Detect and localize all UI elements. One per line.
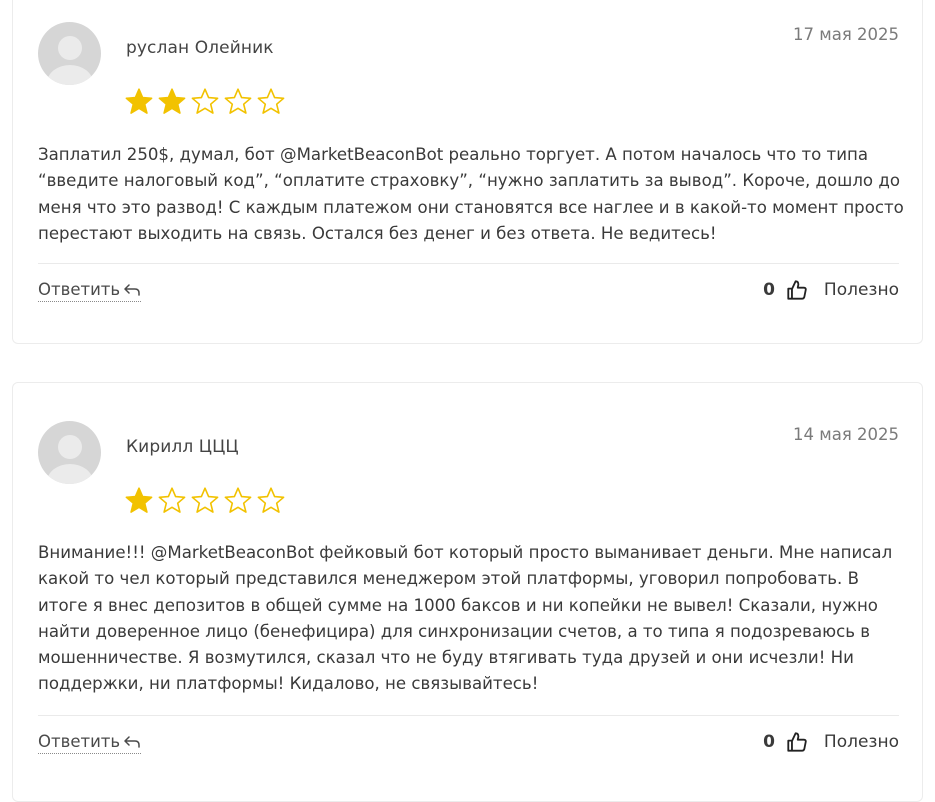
- star-rating: [124, 486, 286, 516]
- star-empty-icon: [157, 486, 187, 516]
- reply-arrow-icon: [123, 735, 141, 749]
- thumbs-up-icon[interactable]: [786, 731, 808, 753]
- thumbs-up-icon[interactable]: [786, 279, 808, 301]
- useful-count: 0: [763, 732, 775, 752]
- star-empty-icon: [223, 87, 253, 117]
- review-author: Кирилл ЦЦЦ: [126, 437, 239, 457]
- star-filled-icon: [124, 87, 154, 117]
- review-text: Заплатил 250$, думал, бот @MarketBeaconB…: [38, 145, 904, 243]
- review-card: Кирилл ЦЦЦ 14 мая 2025 Внимание!!! @Mark…: [12, 382, 923, 802]
- useful-count: 0: [763, 280, 775, 300]
- star-empty-icon: [190, 486, 220, 516]
- star-filled-icon: [124, 486, 154, 516]
- useful-label: Полезно: [823, 280, 899, 300]
- star-rating: [124, 87, 286, 117]
- divider: [38, 263, 899, 264]
- review-text: Внимание!!! @MarketBeaconBot фейковый бо…: [38, 543, 893, 694]
- star-empty-icon: [223, 486, 253, 516]
- avatar: [38, 421, 101, 484]
- reply-button[interactable]: Ответить: [38, 280, 142, 302]
- review-card: руслан Олейник 17 мая 2025 Заплатил 250$…: [12, 0, 923, 344]
- star-empty-icon: [256, 87, 286, 117]
- review-author: руслан Олейник: [126, 38, 274, 58]
- star-empty-icon: [256, 486, 286, 516]
- useful-block: 0 Полезно: [763, 731, 899, 753]
- useful-block: 0 Полезно: [763, 279, 899, 301]
- review-date: 17 мая 2025: [793, 25, 899, 44]
- reply-label: Ответить: [38, 280, 121, 299]
- divider: [38, 715, 899, 716]
- reply-label: Ответить: [38, 732, 121, 751]
- useful-label: Полезно: [823, 732, 899, 752]
- star-filled-icon: [157, 87, 187, 117]
- reply-button[interactable]: Ответить: [38, 732, 142, 754]
- reply-arrow-icon: [123, 283, 141, 297]
- star-empty-icon: [190, 87, 220, 117]
- avatar: [38, 22, 101, 85]
- review-date: 14 мая 2025: [793, 425, 899, 444]
